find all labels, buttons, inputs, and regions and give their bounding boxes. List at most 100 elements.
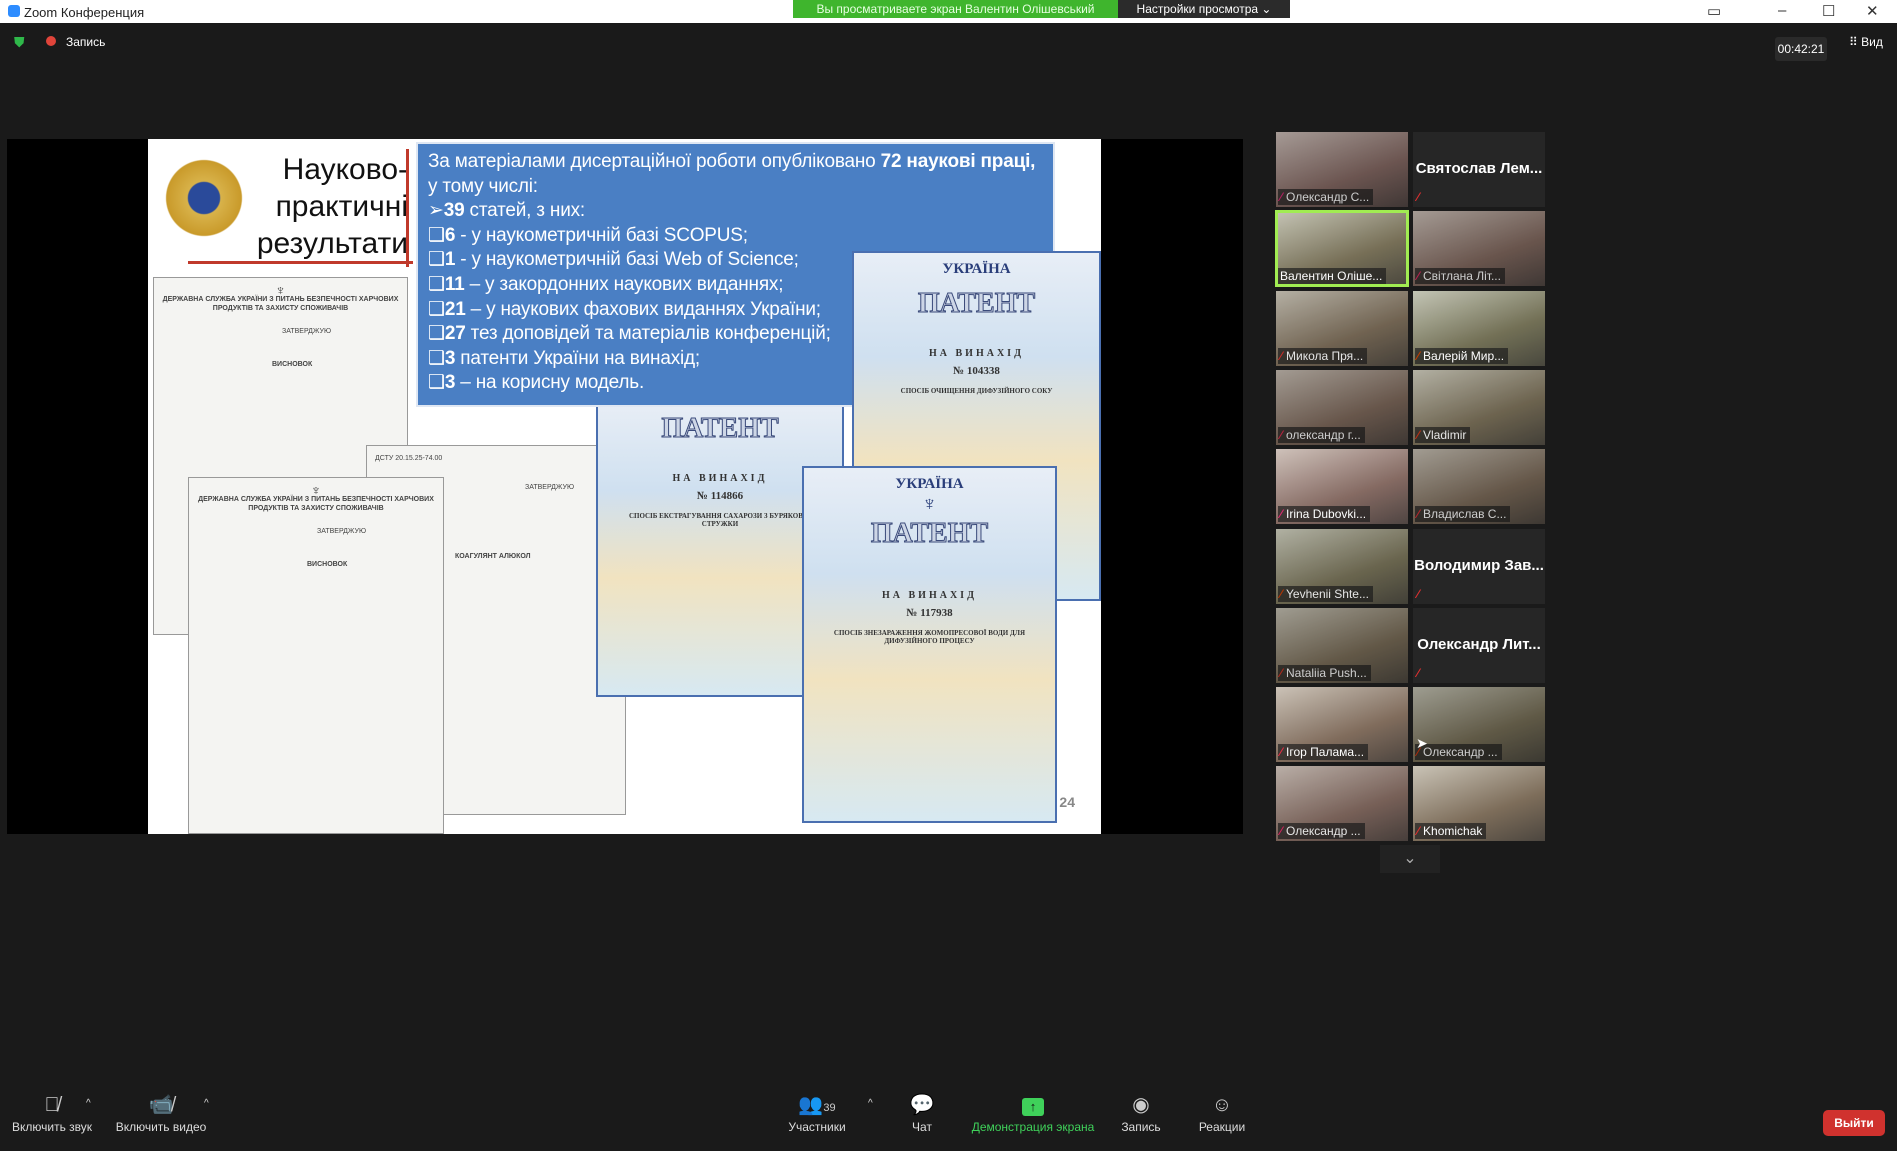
participant-name: Олександр ... (1286, 824, 1361, 839)
participants-count: 39 (823, 1102, 836, 1114)
university-emblem (160, 154, 248, 242)
participant-name: Vladimir (1423, 427, 1467, 442)
participant-name: Владислав С... (1423, 507, 1507, 522)
participant-tile[interactable]: Святослав Лем... ⁄ (1413, 132, 1545, 207)
share-screen-button[interactable]: ↑ Демонстрация экрана (968, 1090, 1098, 1134)
patent-type: НА ВИНАХІД (882, 590, 977, 601)
reactions-button[interactable]: ☺ Реакции (1192, 1090, 1252, 1134)
participant-tile[interactable]: ⁄ Олександр ... (1276, 766, 1408, 842)
recording-label[interactable]: Запись (66, 35, 105, 49)
slide-title: Науково-практичні результати (256, 153, 408, 260)
participant-name: Святослав Лем... (1415, 160, 1543, 177)
item-count: 3 (444, 347, 456, 369)
item-text: - у наукометричній базі SCOPUS; (455, 224, 748, 246)
participant-name-tag: ⁄ Nataliia Push... (1278, 664, 1371, 681)
patent-type: НА ВИНАХІД (929, 348, 1024, 359)
item-count: 39 (443, 200, 465, 222)
participant-tile[interactable]: Володимир Зав... ⁄ (1413, 528, 1545, 604)
maximize-button[interactable]: ☐ (1822, 2, 1835, 20)
participant-name-tag: ⁄ Irina Dubovki... (1278, 506, 1371, 523)
start-video-label: Включить видео (115, 1120, 207, 1134)
participant-name-tag: ⁄ Владислав С... (1415, 506, 1511, 523)
muted-mic-icon: ⁄ (1280, 665, 1283, 680)
participant-name: Khomichak (1423, 824, 1483, 839)
mouse-cursor-icon: ➤ (1416, 735, 1428, 751)
item-text: – у закордонних наукових виданнях; (464, 273, 784, 295)
chat-button[interactable]: 💬 Чат (900, 1090, 944, 1134)
muted-mic-icon: ⁄ (1417, 586, 1420, 601)
patent-description: СПОСІБ ОЧИЩЕННЯ ДИФУЗІЙНОГО СОКУ (900, 387, 1053, 395)
muted-mic-icon: ⁄ (1280, 190, 1283, 204)
item-count: 3 (444, 372, 456, 394)
participant-tile[interactable]: ⁄ Олександр ... (1413, 687, 1545, 763)
item-count: 27 (444, 323, 466, 345)
participants-button[interactable]: 👥39 Участники (785, 1090, 849, 1134)
audio-options-caret[interactable]: ^ (86, 1098, 91, 1109)
patent-number: № 104338 (953, 365, 1000, 377)
doc-approve: ЗАТВЕРДЖУЮ (282, 328, 332, 335)
participant-name: Володимир Зав... (1414, 556, 1544, 574)
item-count: 6 (444, 224, 456, 246)
participant-tile[interactable]: ⁄ Олександр С... (1276, 132, 1408, 207)
reactions-label: Реакции (1198, 1120, 1246, 1134)
divider (188, 261, 413, 264)
share-screen-label: Демонстрация экрана (971, 1120, 1095, 1134)
item-count: 11 (444, 273, 465, 295)
participant-tile[interactable]: ⁄ Світлана Літ... (1413, 211, 1545, 287)
chat-label: Чат (912, 1120, 932, 1134)
divider (406, 149, 409, 267)
doc-kind: ВИСНОВОК (272, 361, 313, 368)
participant-name-tag: ⁄ Yevhenii Shte... (1278, 585, 1373, 602)
item-text: патенти України на винахід; (455, 347, 700, 369)
gallery-next-page-button[interactable]: ⌄ (1380, 845, 1440, 873)
muted-mic-icon: 🎙̸ (44, 1094, 60, 1116)
participant-tile[interactable]: ⁄ Микола Пря... (1276, 290, 1408, 366)
muted-mic-icon: ⁄ (1280, 507, 1283, 522)
meeting-timer: 00:42:21 (1775, 37, 1827, 61)
start-video-button[interactable]: 📹̸ Включить видео (113, 1090, 209, 1134)
view-settings-button[interactable]: Настройки просмотра ⌄ (1118, 0, 1290, 18)
participant-name-tag: ⁄ Олександр ... (1278, 823, 1365, 840)
participant-tile[interactable]: ⁄ Irina Dubovki... (1276, 449, 1408, 525)
muted-mic-icon: ⁄ (1417, 665, 1420, 680)
record-button[interactable]: ◉ Запись (1116, 1090, 1166, 1134)
participants-options-caret[interactable]: ^ (868, 1098, 873, 1109)
shield-icon[interactable]: ⛊ (14, 34, 25, 51)
participant-tile[interactable]: ⁄ Vladimir (1413, 369, 1545, 445)
video-options-caret[interactable]: ^ (204, 1098, 209, 1109)
muted-mic-icon: ⁄ (1417, 190, 1420, 204)
view-label: Вид (1861, 35, 1883, 49)
patent-description: СПОСІБ ЗНЕЗАРАЖЕННЯ ЖОМОПРЕСОВОЇ ВОДИ ДЛ… (833, 629, 1026, 645)
participant-tile[interactable]: ⁄ Ігор Палама... (1276, 687, 1408, 763)
leave-button[interactable]: Выйти (1823, 1110, 1885, 1136)
record-dot-icon (46, 36, 56, 46)
participant-tile[interactable]: ⁄ Yevhenii Shte... (1276, 528, 1408, 604)
muted-mic-icon: ⁄ (1280, 427, 1283, 442)
close-button[interactable]: ✕ (1866, 2, 1879, 20)
participant-tile[interactable]: ⁄ Владислав С... (1413, 449, 1545, 525)
unmute-button[interactable]: 🎙̸ Включить звук (8, 1090, 96, 1134)
participant-tile[interactable]: ⁄ олександр г... (1276, 369, 1408, 445)
participant-tile[interactable]: ⁄ Валерій Мир... (1413, 290, 1545, 366)
participant-name-tag: ⁄ Олександр С... (1278, 189, 1374, 205)
bullet-icon: ❑ (428, 323, 445, 345)
participant-tile[interactable]: Валентин Оліше... (1275, 210, 1409, 288)
patent-certificate: УКРАЇНА ♆ ПАТЕНТ НА ВИНАХІД № 117938 СПО… (802, 466, 1057, 823)
tile-icon[interactable]: ▭ (1707, 2, 1721, 20)
minimize-button[interactable]: – (1778, 2, 1786, 19)
bullet-icon: ➢ (428, 200, 444, 222)
muted-mic-icon: ⁄ (1417, 824, 1420, 839)
participant-tile[interactable]: Олександр Лит... ⁄ (1413, 607, 1545, 683)
participant-tile[interactable]: ⁄ Khomichak (1413, 766, 1545, 842)
participant-name-tag: ⁄ (1415, 189, 1427, 205)
doc-kind: КОАГУЛЯНТ АЛЮКОЛ (455, 553, 531, 560)
muted-mic-icon: ⁄ (1417, 348, 1420, 363)
window-title: Zoom Конференция (24, 5, 145, 20)
muted-mic-icon: ⁄ (1280, 824, 1283, 839)
participant-tile[interactable]: ⁄ Nataliia Push... (1276, 607, 1408, 683)
participant-name-tag: ⁄ (1415, 665, 1427, 681)
participants-icon: 👥39 (798, 1094, 836, 1116)
view-button[interactable]: ⠿ Вид (1849, 35, 1883, 49)
participants-label: Участники (788, 1120, 846, 1134)
intro-text-2: у тому числі: (428, 175, 538, 197)
